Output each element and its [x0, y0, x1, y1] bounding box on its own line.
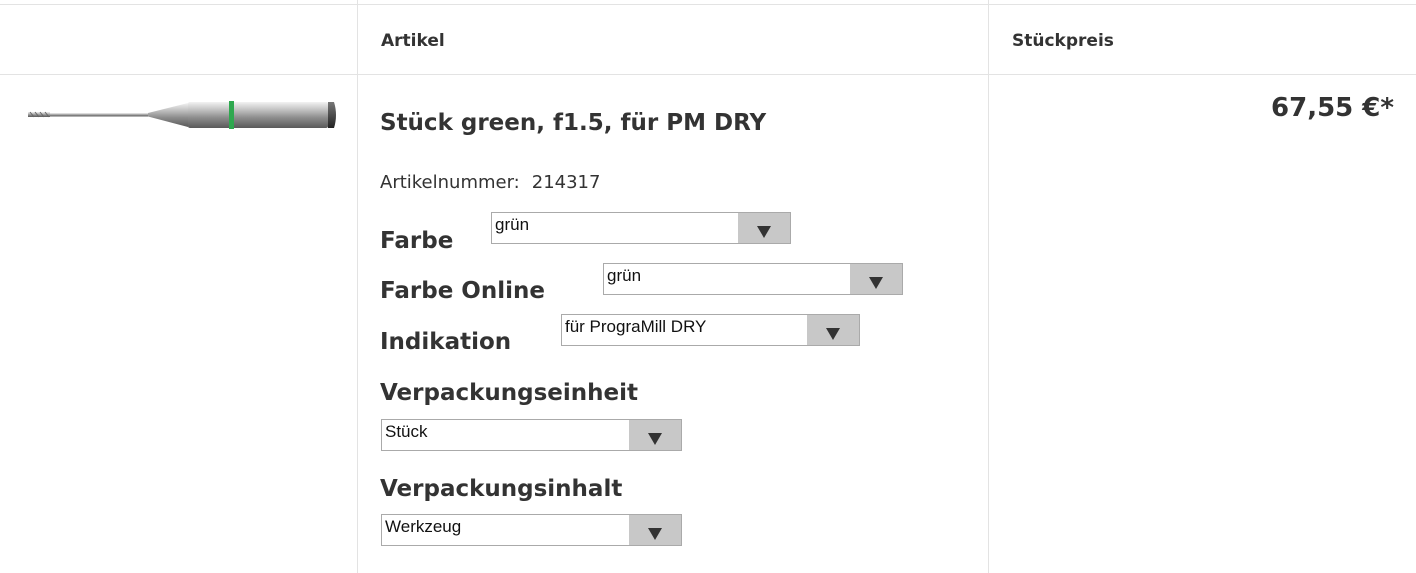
product-title[interactable]: Stück green, f1.5, für PM DRY — [380, 110, 766, 136]
verpackungseinheit-select-value: Stück — [385, 422, 428, 441]
farbe-label: Farbe — [380, 228, 454, 254]
dropdown-arrow-icon — [629, 515, 681, 545]
dropdown-arrow-icon — [807, 315, 859, 345]
indikation-select[interactable]: für PrograMill DRY — [561, 314, 860, 346]
milling-tool-image[interactable] — [28, 96, 340, 134]
verpackungsinhalt-select-value: Werkzeug — [385, 517, 462, 536]
verpackungseinheit-select[interactable]: Stück — [381, 419, 682, 451]
verpackungsinhalt-select[interactable]: Werkzeug — [381, 514, 682, 546]
header-unit-price: Stückpreis — [1012, 31, 1114, 51]
article-number: Artikelnummer: 214317 — [380, 172, 600, 193]
article-number-label: Artikelnummer: — [380, 172, 520, 193]
product-table: Artikel Stückpreis Stück green, f1.5, fü… — [0, 0, 1416, 573]
indikation-select-value: für PrograMill DRY — [565, 317, 707, 336]
farbe-select-value: grün — [495, 215, 530, 234]
row-divider — [0, 4, 1416, 5]
farbe-online-select[interactable]: grün — [603, 263, 903, 295]
indikation-label: Indikation — [380, 329, 512, 355]
dropdown-arrow-icon — [738, 213, 790, 243]
verpackungseinheit-label: Verpackungseinheit — [380, 380, 639, 406]
dropdown-arrow-icon — [629, 420, 681, 450]
farbe-online-select-value: grün — [607, 266, 642, 285]
dropdown-arrow-icon — [850, 264, 902, 294]
column-divider — [988, 0, 989, 573]
verpackungsinhalt-label: Verpackungsinhalt — [380, 476, 623, 502]
article-number-value: 214317 — [531, 172, 601, 193]
color-ring — [229, 101, 234, 129]
column-divider — [357, 0, 358, 573]
header-article: Artikel — [381, 31, 445, 51]
farbe-select[interactable]: grün — [491, 212, 791, 244]
unit-price: 67,55 €* — [1271, 93, 1394, 123]
row-divider — [0, 74, 1416, 75]
farbe-online-label: Farbe Online — [380, 278, 545, 304]
